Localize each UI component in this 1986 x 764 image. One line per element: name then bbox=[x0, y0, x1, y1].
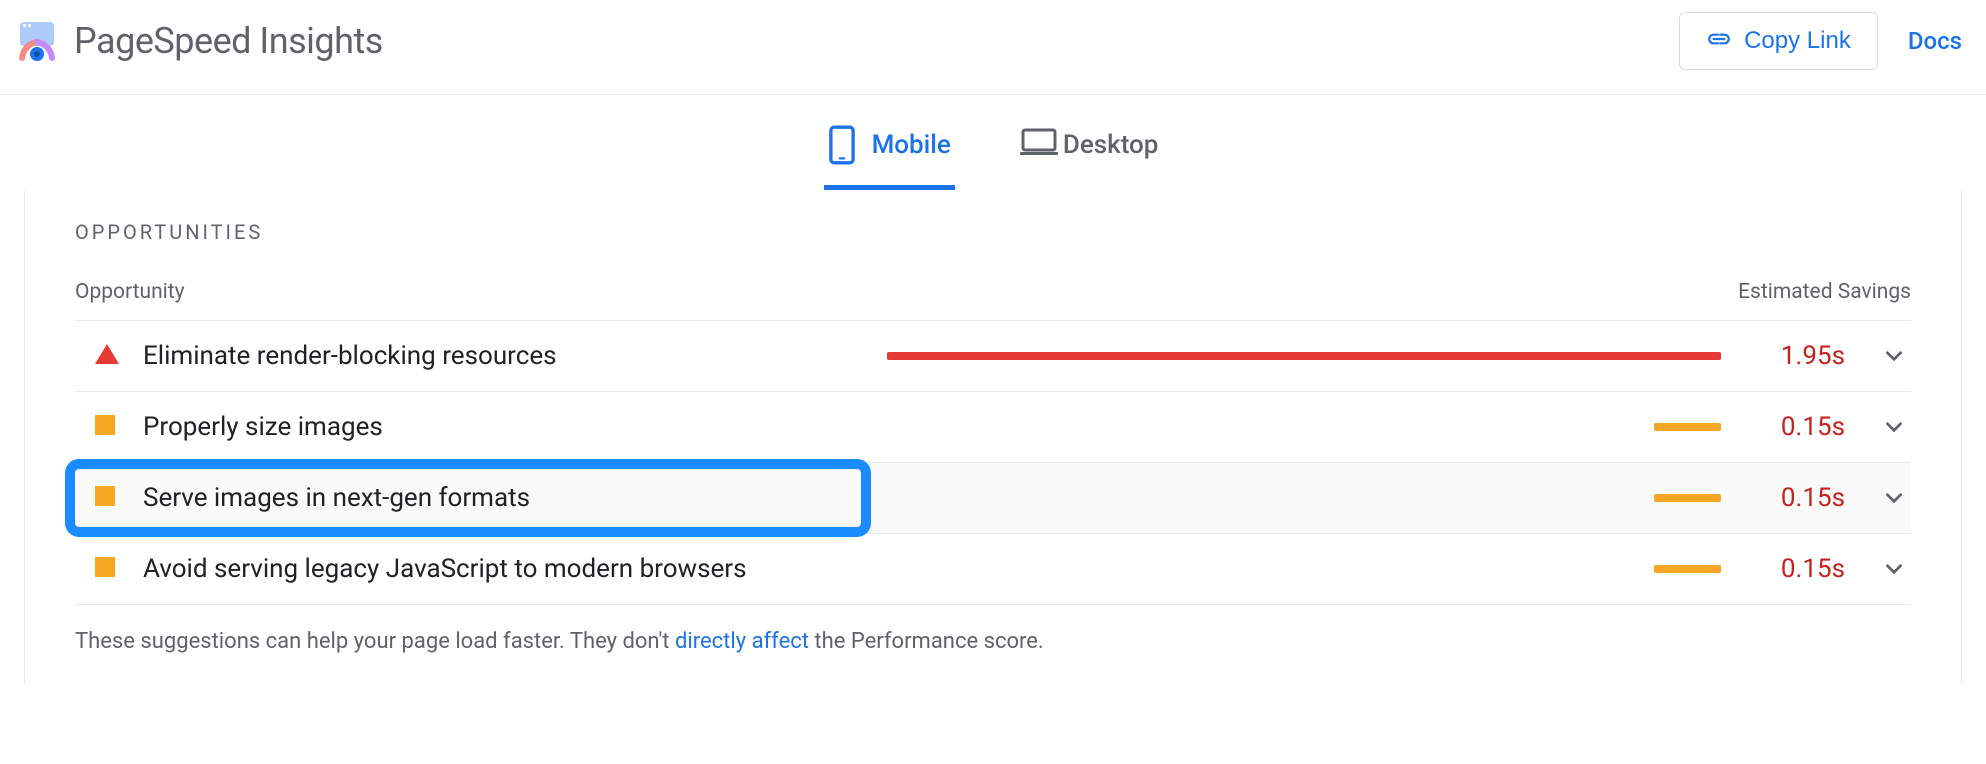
app-title: PageSpeed Insights bbox=[74, 20, 383, 62]
pagespeed-logo-icon bbox=[16, 20, 58, 62]
opportunity-label: Eliminate render-blocking resources bbox=[143, 341, 863, 371]
copy-link-label: Copy Link bbox=[1744, 27, 1851, 55]
desktop-icon bbox=[1019, 125, 1047, 165]
footer-link[interactable]: directly affect bbox=[675, 629, 809, 654]
footer-suffix: the Performance score. bbox=[809, 629, 1044, 654]
header-left: PageSpeed Insights bbox=[16, 20, 383, 62]
square-orange-icon bbox=[95, 415, 119, 439]
col-savings: Estimated Savings bbox=[1738, 280, 1911, 304]
copy-link-button[interactable]: Copy Link bbox=[1679, 12, 1878, 70]
chevron-down-icon[interactable] bbox=[1883, 558, 1905, 580]
savings-bar-area bbox=[887, 352, 1721, 360]
opportunity-row[interactable]: Serve images in next-gen formats 0.15s bbox=[75, 463, 1911, 534]
opportunity-row[interactable]: Avoid serving legacy JavaScript to moder… bbox=[75, 534, 1911, 605]
savings-value: 1.95s bbox=[1755, 341, 1845, 371]
savings-value: 0.15s bbox=[1755, 554, 1845, 584]
opportunity-label: Avoid serving legacy JavaScript to moder… bbox=[143, 554, 863, 584]
tab-desktop-label: Desktop bbox=[1063, 130, 1159, 160]
savings-value: 0.15s bbox=[1755, 412, 1845, 442]
savings-bar bbox=[1654, 565, 1721, 573]
tab-mobile[interactable]: Mobile bbox=[824, 117, 955, 190]
opportunity-label: Properly size images bbox=[143, 412, 863, 442]
opportunities-section: OPPORTUNITIES Opportunity Estimated Savi… bbox=[24, 190, 1962, 684]
tab-desktop[interactable]: Desktop bbox=[1015, 117, 1163, 190]
section-title: OPPORTUNITIES bbox=[75, 220, 1911, 244]
chevron-down-icon[interactable] bbox=[1883, 345, 1905, 367]
savings-bar-area bbox=[887, 423, 1721, 431]
savings-bar-area bbox=[887, 494, 1721, 502]
square-orange-icon bbox=[95, 557, 119, 581]
table-header: Opportunity Estimated Savings bbox=[75, 280, 1911, 321]
chevron-down-icon[interactable] bbox=[1883, 487, 1905, 509]
opportunity-label: Serve images in next-gen formats bbox=[143, 483, 863, 513]
device-tabs: Mobile Desktop bbox=[0, 95, 1986, 190]
link-icon bbox=[1706, 27, 1732, 55]
mobile-icon bbox=[828, 125, 856, 165]
savings-bar bbox=[1654, 494, 1721, 502]
savings-value: 0.15s bbox=[1755, 483, 1845, 513]
opportunity-row[interactable]: Eliminate render-blocking resources 1.95… bbox=[75, 321, 1911, 392]
savings-bar bbox=[887, 352, 1721, 360]
triangle-red-icon bbox=[95, 344, 119, 368]
footer-note: These suggestions can help your page loa… bbox=[75, 605, 1911, 654]
footer-prefix: These suggestions can help your page loa… bbox=[75, 629, 675, 654]
square-orange-icon bbox=[95, 486, 119, 510]
header-right: Copy Link Docs bbox=[1679, 12, 1962, 70]
col-opportunity: Opportunity bbox=[75, 280, 185, 304]
opportunity-row[interactable]: Properly size images 0.15s bbox=[75, 392, 1911, 463]
savings-bar-area bbox=[887, 565, 1721, 573]
docs-link[interactable]: Docs bbox=[1908, 27, 1962, 55]
header: PageSpeed Insights Copy Link Docs bbox=[0, 0, 1986, 95]
tab-mobile-label: Mobile bbox=[872, 130, 951, 160]
savings-bar bbox=[1654, 423, 1721, 431]
chevron-down-icon[interactable] bbox=[1883, 416, 1905, 438]
